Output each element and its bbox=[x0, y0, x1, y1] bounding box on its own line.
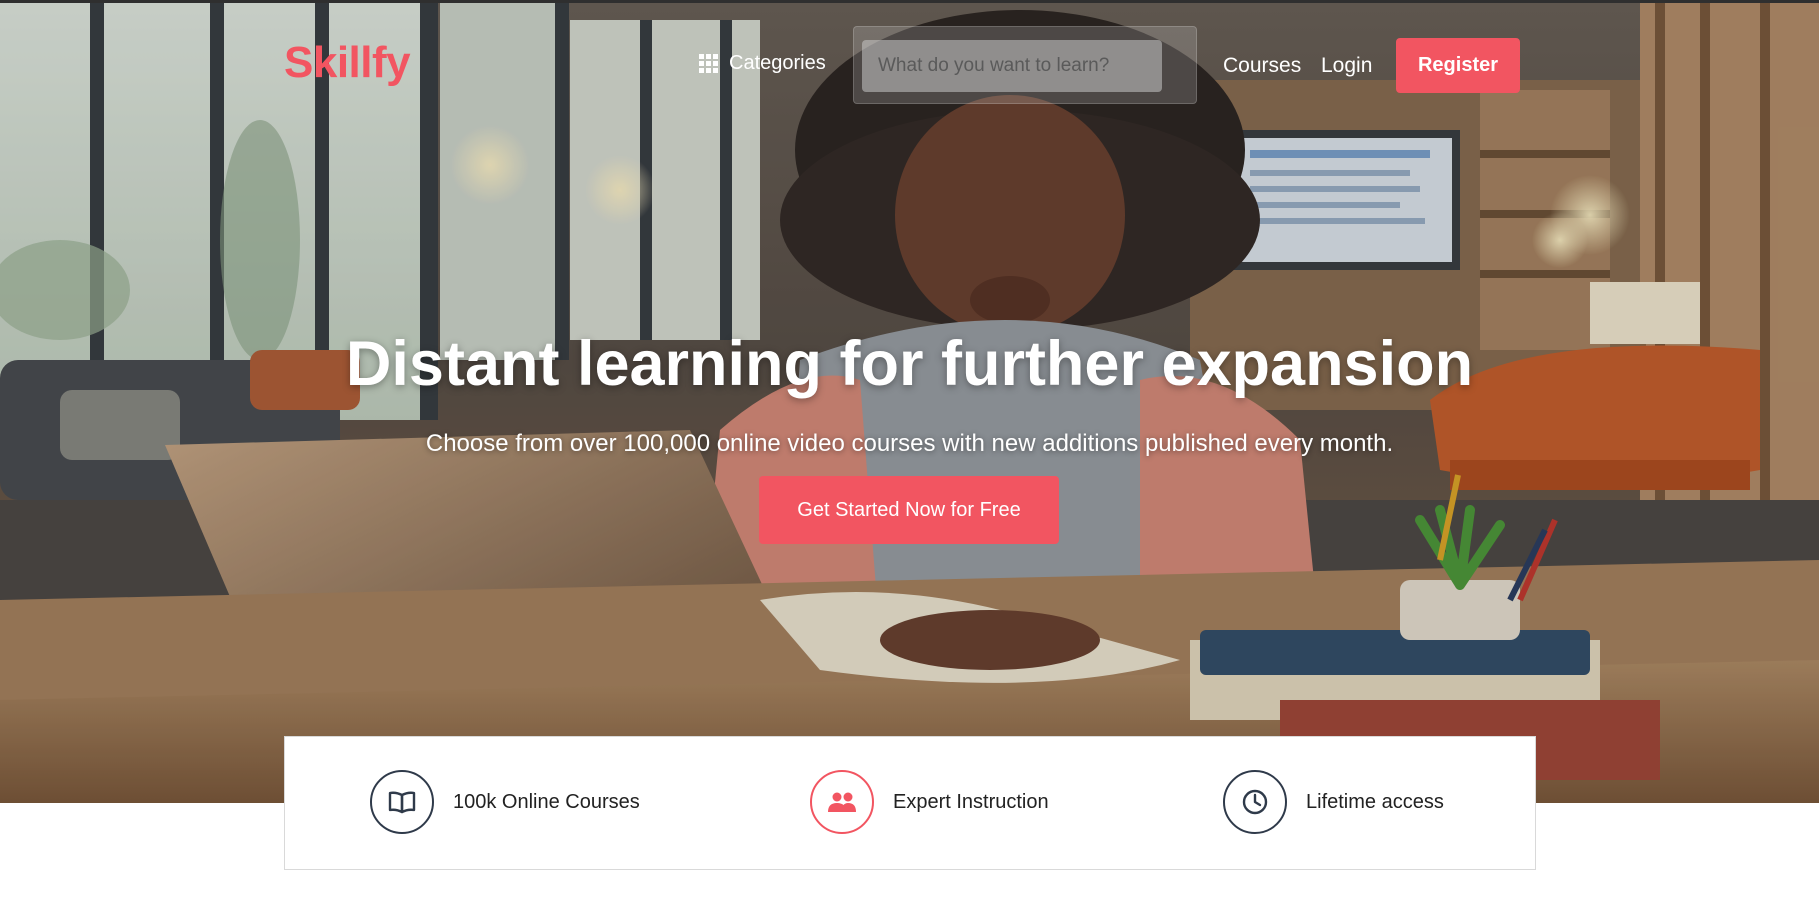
hero-overlay bbox=[0, 0, 1819, 803]
feature-label: 100k Online Courses bbox=[453, 790, 640, 813]
hero-title: Distant learning for further expansion bbox=[345, 329, 1474, 399]
nav-courses-link[interactable]: Courses bbox=[1223, 54, 1301, 78]
register-button[interactable]: Register bbox=[1396, 38, 1520, 93]
hero-subtitle: Choose from over 100,000 online video co… bbox=[425, 430, 1394, 457]
grid-icon bbox=[699, 53, 719, 74]
search-input[interactable] bbox=[862, 40, 1162, 92]
categories-menu[interactable]: Categories bbox=[699, 52, 826, 75]
book-icon bbox=[370, 770, 434, 834]
feature-label: Expert Instruction bbox=[893, 790, 1049, 813]
nav-login-link[interactable]: Login bbox=[1321, 54, 1372, 78]
feature-label: Lifetime access bbox=[1306, 790, 1444, 813]
search-container bbox=[853, 26, 1197, 104]
users-icon bbox=[810, 770, 874, 834]
feature-online-courses: 100k Online Courses bbox=[370, 770, 640, 834]
categories-label: Categories bbox=[729, 52, 826, 74]
get-started-button[interactable]: Get Started Now for Free bbox=[759, 476, 1059, 544]
site-logo[interactable]: Skillfy bbox=[284, 38, 411, 88]
features-bar: 100k Online Courses Expert Instruction L… bbox=[284, 736, 1536, 870]
clock-icon bbox=[1223, 770, 1287, 834]
feature-expert-instruction: Expert Instruction bbox=[810, 770, 1049, 834]
feature-lifetime-access: Lifetime access bbox=[1223, 770, 1444, 834]
hero-background-image bbox=[0, 0, 1819, 803]
